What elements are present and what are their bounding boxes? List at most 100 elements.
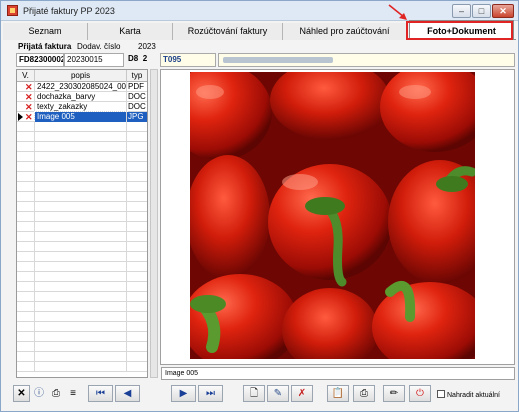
- empty-row: [17, 352, 147, 362]
- empty-cell: [17, 172, 35, 182]
- printer-icon: ⎙: [52, 387, 60, 399]
- first-icon: ⏮: [96, 387, 105, 399]
- attachments-grid: V. popis typ ✕ 2422_230302085024_001 PDF ✕ d…: [16, 69, 148, 378]
- tab-karta[interactable]: Karta: [88, 23, 173, 40]
- empty-cell: [127, 352, 147, 362]
- typ-cell[interactable]: JPG: [127, 112, 147, 122]
- photo-red-peppers: [190, 72, 475, 359]
- info-button[interactable]: ⓘ: [32, 385, 46, 402]
- empty-cell: [17, 192, 35, 202]
- empty-cell: [17, 362, 35, 372]
- empty-row: [17, 252, 147, 262]
- popis-cell[interactable]: 2422_230302085024_001: [35, 82, 127, 92]
- partner-code-field[interactable]: T095: [160, 53, 216, 67]
- popis-cell[interactable]: dochazka_barvy: [35, 92, 127, 102]
- checkbox-box[interactable]: [437, 390, 445, 398]
- delete-mark-icon[interactable]: ✕: [25, 82, 33, 92]
- row-marker-cell[interactable]: ✕: [17, 82, 35, 92]
- image-preview: [160, 69, 515, 365]
- grid-header: V. popis typ: [17, 70, 147, 82]
- dodav-label: Dodav. číslo: [77, 42, 121, 51]
- delete-mark-icon[interactable]: ✕: [25, 102, 33, 112]
- empty-row: [17, 322, 147, 332]
- title-bar: Přijaté faktury PP 2023 – □ ✕: [1, 1, 518, 21]
- last-record-button[interactable]: ⏭: [198, 385, 223, 402]
- delete-record-button[interactable]: ✗: [291, 385, 313, 402]
- typ-cell[interactable]: DOC: [127, 102, 147, 112]
- empty-cell: [127, 182, 147, 192]
- empty-cell: [127, 262, 147, 272]
- empty-cell: [127, 172, 147, 182]
- empty-row: [17, 232, 147, 242]
- empty-cell: [17, 222, 35, 232]
- power-button[interactable]: ⏻: [409, 385, 431, 402]
- empty-cell: [17, 332, 35, 342]
- grid-scrollbar[interactable]: [150, 69, 158, 378]
- empty-row: [17, 262, 147, 272]
- first-record-button[interactable]: ⏮: [88, 385, 113, 402]
- empty-cell: [17, 272, 35, 282]
- tools-icon: ✏: [389, 387, 399, 399]
- empty-cell: [127, 312, 147, 322]
- attachment-row[interactable]: ✕ 2422_230302085024_001 PDF: [17, 82, 147, 92]
- empty-cell: [17, 352, 35, 362]
- minimize-button[interactable]: –: [452, 4, 471, 18]
- dodav-number-field[interactable]: 20230015: [64, 53, 124, 67]
- column-typ[interactable]: typ: [127, 70, 147, 82]
- empty-row: [17, 302, 147, 312]
- typ-cell[interactable]: DOC: [127, 92, 147, 102]
- clipboard-button[interactable]: 📋: [327, 385, 349, 402]
- attachment-row[interactable]: ✕ texty_zakazky DOC: [17, 102, 147, 112]
- attachment-row[interactable]: ✕ dochazka_barvy DOC: [17, 92, 147, 102]
- new-document-button[interactable]: 🗋: [243, 385, 265, 402]
- attachment-row[interactable]: ✕ Image 005 JPG: [17, 111, 147, 123]
- column-v[interactable]: V.: [17, 70, 35, 82]
- partner-name-field[interactable]: [218, 53, 515, 67]
- empty-cell: [127, 342, 147, 352]
- print-button[interactable]: ⎙: [353, 385, 375, 402]
- red-arrow-icon: [388, 4, 407, 20]
- image-caption: Image 005: [161, 367, 515, 380]
- tab-seznam[interactable]: Seznam: [3, 23, 88, 40]
- doc-number-field[interactable]: FD82300002: [16, 53, 64, 67]
- empty-cell: [35, 322, 127, 332]
- edit-button[interactable]: ✎: [267, 385, 289, 402]
- edit-icon: ✎: [273, 387, 283, 399]
- close-button[interactable]: ✕: [492, 4, 514, 18]
- maximize-button[interactable]: □: [472, 4, 491, 18]
- popis-cell[interactable]: Image 005: [34, 111, 128, 123]
- empty-cell: [35, 302, 127, 312]
- empty-cell: [127, 192, 147, 202]
- empty-row: [17, 182, 147, 192]
- typ-cell[interactable]: PDF: [127, 82, 147, 92]
- row-marker-cell[interactable]: ✕: [17, 112, 35, 122]
- row-marker-cell[interactable]: ✕: [17, 102, 35, 112]
- empty-cell: [127, 152, 147, 162]
- empty-cell: [35, 362, 127, 372]
- print-small-button[interactable]: ⎙: [49, 385, 63, 402]
- tab-nahled[interactable]: Náhled pro zaúčtování: [283, 23, 407, 40]
- menu-button[interactable]: ≡: [66, 385, 80, 402]
- empty-row: [17, 162, 147, 172]
- empty-cell: [17, 302, 35, 312]
- empty-cell: [35, 352, 127, 362]
- tab-rozuctovani[interactable]: Rozúčtování faktury: [173, 23, 283, 40]
- tab-foto-dokument[interactable]: Foto+Dokument: [409, 20, 514, 40]
- empty-cell: [127, 122, 147, 132]
- popis-cell[interactable]: texty_zakazky: [35, 102, 127, 112]
- delete-mark-icon[interactable]: ✕: [25, 112, 33, 122]
- empty-row: [17, 342, 147, 352]
- empty-cell: [35, 282, 127, 292]
- empty-cell: [35, 172, 127, 182]
- empty-cell: [127, 142, 147, 152]
- next-record-button[interactable]: ▶: [171, 385, 196, 402]
- empty-row: [17, 142, 147, 152]
- empty-row: [17, 292, 147, 302]
- row-marker-cell[interactable]: ✕: [17, 92, 35, 102]
- prev-record-button[interactable]: ◀: [115, 385, 140, 402]
- delete-mark-icon[interactable]: ✕: [25, 92, 33, 102]
- delete-button[interactable]: ✕: [13, 385, 30, 402]
- tools-button[interactable]: ✏: [383, 385, 405, 402]
- nahradit-checkbox[interactable]: Nahradit aktuální: [437, 390, 500, 399]
- column-popis[interactable]: popis: [35, 70, 127, 82]
